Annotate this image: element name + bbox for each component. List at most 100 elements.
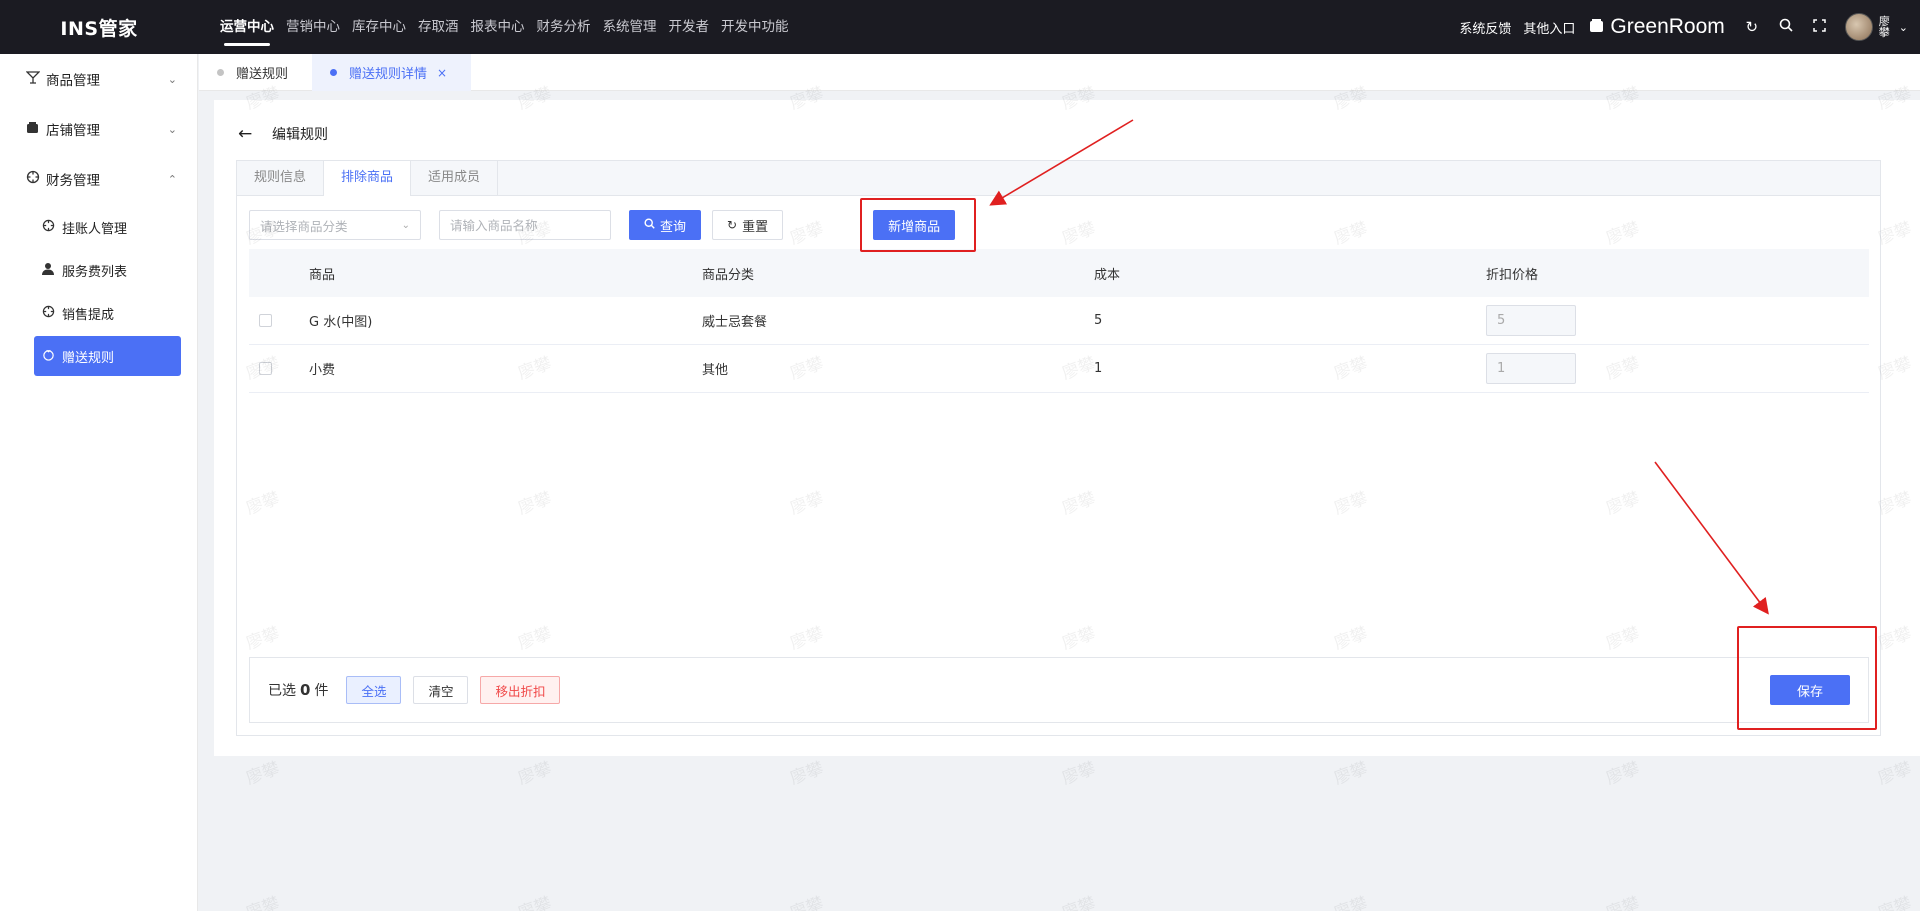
nav-item-finance-analysis[interactable]: 财务分析	[537, 0, 591, 54]
search-icon[interactable]	[1769, 18, 1803, 36]
finance-icon	[26, 170, 46, 188]
row-checkbox-cell	[249, 362, 309, 375]
store-icon	[1589, 18, 1604, 37]
sidebar-group-finance[interactable]: 财务管理 ⌃	[0, 154, 197, 204]
nav-item-wine-storage[interactable]: 存取酒	[418, 0, 459, 54]
row-checkbox[interactable]	[259, 362, 272, 375]
nav-item-developer[interactable]: 开发者	[669, 0, 710, 54]
chevron-down-icon[interactable]: ⌄	[1899, 21, 1908, 34]
chevron-up-icon: ⌃	[167, 172, 177, 186]
cell-discount-price	[1486, 353, 1869, 384]
top-bar: INS管家 运营中心 营销中心 库存中心 存取酒 报表中心 财务分析 系统管理 …	[0, 0, 1920, 54]
store-switcher[interactable]: GreenRoom	[1589, 15, 1725, 39]
row-checkbox[interactable]	[259, 314, 272, 327]
back-arrow-icon[interactable]: ←	[238, 124, 272, 144]
row-checkbox-cell	[249, 314, 309, 327]
inner-tabs: 规则信息 排除商品 适用成员	[237, 161, 1880, 196]
reset-button[interactable]: ↻ 重置	[712, 210, 784, 240]
column-header-category: 商品分类	[702, 267, 755, 283]
product-name-input[interactable]	[439, 210, 611, 240]
tab-rule-info[interactable]: 规则信息	[237, 161, 325, 195]
sidebar-group-stores[interactable]: 店铺管理 ⌄	[0, 104, 197, 154]
user-icon	[42, 262, 62, 278]
refresh-icon: ↻	[727, 218, 738, 232]
feedback-link[interactable]: 系统反馈	[1459, 18, 1511, 37]
discount-price-input[interactable]	[1486, 305, 1576, 336]
selection-footer: 已选 0 件 全选 清空 移出折扣 保存	[249, 657, 1869, 723]
watermark-text: 廖攀	[1603, 893, 1643, 911]
watermark-text: 廖攀	[1875, 893, 1915, 911]
sidebar-item-service-fees[interactable]: 服务费列表	[34, 250, 181, 290]
query-button-label: 查询	[660, 219, 687, 235]
page-tabs: 赠送规则 赠送规则详情 ×	[199, 54, 1920, 91]
annotation-box-add	[860, 198, 976, 252]
selected-count-text: 已选 0 件	[268, 680, 328, 700]
nav-item-marketing[interactable]: 营销中心	[286, 0, 340, 54]
cell-cost: 1	[1094, 361, 1103, 376]
tab-excluded-products[interactable]: 排除商品	[324, 161, 412, 196]
chevron-down-icon: ⌄	[167, 72, 177, 86]
remove-discount-button[interactable]: 移出折扣	[480, 676, 561, 704]
user-name[interactable]: 廖攀	[1879, 16, 1893, 38]
sidebar-item-label: 挂账人管理	[62, 221, 128, 237]
avatar[interactable]	[1844, 13, 1873, 41]
annotation-box-save	[1737, 626, 1877, 730]
watermark-text: 廖攀	[515, 758, 555, 790]
nav-item-in-development[interactable]: 开发中功能	[721, 0, 789, 54]
table-header: 商品 商品分类 成本 折扣价格	[249, 249, 1869, 297]
sidebar-group-label: 财务管理	[46, 173, 100, 189]
close-icon[interactable]: ×	[437, 66, 447, 80]
target-icon	[42, 219, 62, 235]
chevron-down-icon: ⌄	[167, 122, 177, 136]
watermark-text: 廖攀	[243, 758, 283, 790]
query-button[interactable]: 查询	[629, 210, 702, 240]
store-icon	[26, 121, 46, 138]
nav-item-reports[interactable]: 报表中心	[471, 0, 525, 54]
gift-icon	[42, 348, 62, 364]
discount-price-input[interactable]	[1486, 353, 1576, 384]
refresh-icon[interactable]: ↻	[1735, 18, 1769, 36]
sidebar-item-account-holders[interactable]: 挂账人管理	[34, 207, 181, 247]
watermark-text: 廖攀	[1331, 758, 1371, 790]
column-header-product: 商品	[309, 267, 336, 283]
tab-dot	[217, 69, 224, 76]
category-select-placeholder: 请选择商品分类	[260, 218, 348, 234]
app-logo[interactable]: INS管家	[0, 14, 198, 41]
select-all-button[interactable]: 全选	[346, 676, 402, 704]
watermark-text: 廖攀	[515, 893, 555, 911]
excluded-products-table: 商品 商品分类 成本 折扣价格 G 水(中图) 威士忌套餐 5 小费 其他 1	[249, 249, 1869, 393]
filter-row: 请选择商品分类 ⌄ 查询 ↻ 重置 新增商品	[249, 210, 956, 240]
watermark-text: 廖攀	[1875, 758, 1915, 790]
fullscreen-icon[interactable]	[1803, 18, 1837, 36]
tab-label: 赠送规则	[236, 67, 289, 82]
tab-applicable-members[interactable]: 适用成员	[411, 161, 499, 195]
tab-gift-rule-detail[interactable]: 赠送规则详情 ×	[312, 54, 472, 91]
sidebar-group-label: 商品管理	[46, 73, 100, 89]
watermark-text: 廖攀	[1059, 893, 1099, 911]
watermark-text: 廖攀	[787, 758, 827, 790]
sidebar-group-products[interactable]: 商品管理 ⌄	[0, 54, 197, 104]
table-row: 小费 其他 1	[249, 345, 1869, 393]
nav-item-inventory[interactable]: 库存中心	[352, 0, 406, 54]
sidebar-item-gift-rules[interactable]: 赠送规则	[34, 336, 181, 376]
nav-item-operations[interactable]: 运营中心	[220, 0, 274, 54]
other-entry-link[interactable]: 其他入口	[1523, 18, 1575, 37]
watermark-text: 廖攀	[1603, 758, 1643, 790]
tab-dot	[330, 69, 338, 76]
watermark-text: 廖攀	[1331, 893, 1371, 911]
sidebar-group-label: 店铺管理	[46, 123, 100, 139]
watermark-text: 廖攀	[1059, 758, 1099, 790]
table-row: G 水(中图) 威士忌套餐 5	[249, 297, 1869, 345]
nav-item-system[interactable]: 系统管理	[603, 0, 657, 54]
selected-count: 0	[300, 681, 311, 699]
tab-gift-rules[interactable]: 赠送规则	[199, 54, 312, 91]
tab-label: 赠送规则详情	[349, 67, 428, 82]
sidebar: 商品管理 ⌄ 店铺管理 ⌄ 财务管理 ⌃ 挂账人管理 服务费列表 销售提成 赠送…	[0, 54, 198, 911]
cell-product: 小费	[309, 363, 336, 378]
store-name: GreenRoom	[1610, 15, 1725, 38]
clear-button[interactable]: 清空	[413, 676, 469, 704]
sidebar-item-sales-commission[interactable]: 销售提成	[34, 293, 181, 333]
category-select[interactable]: 请选择商品分类 ⌄	[249, 210, 421, 240]
column-header-cost: 成本	[1094, 267, 1121, 283]
cocktail-icon	[25, 70, 46, 88]
